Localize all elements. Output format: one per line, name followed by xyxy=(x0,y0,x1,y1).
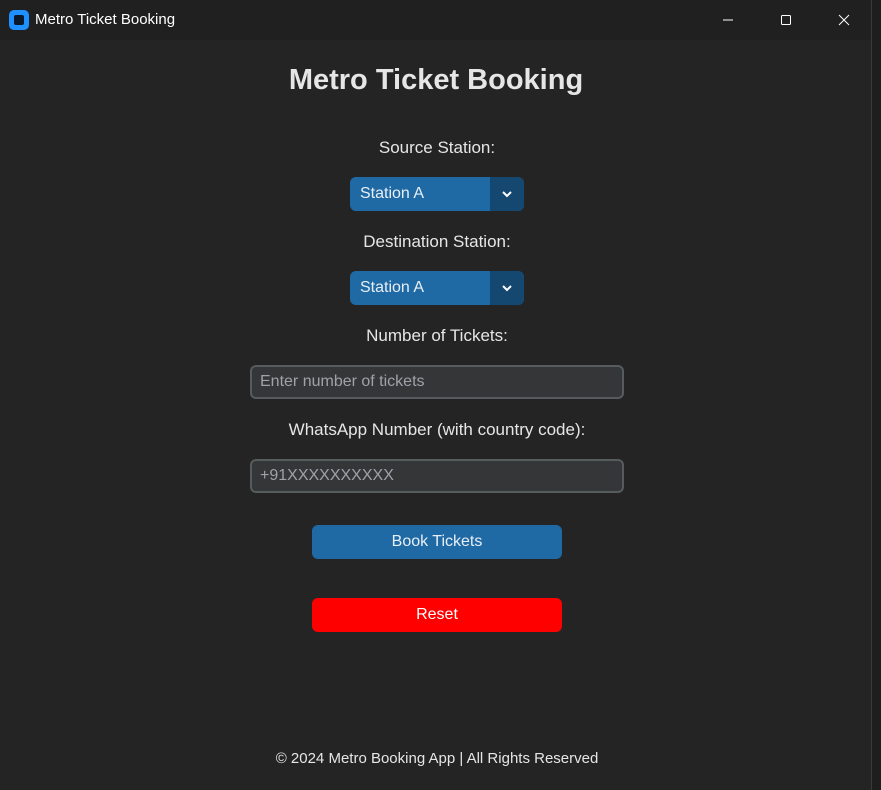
footer-text: © 2024 Metro Booking App | All Rights Re… xyxy=(275,750,599,767)
destination-station-label: Destination Station: xyxy=(363,232,511,251)
title-bar: Metro Ticket Booking xyxy=(0,0,871,40)
chevron-down-icon xyxy=(502,191,512,198)
app-icon xyxy=(9,10,29,30)
chevron-down-icon xyxy=(502,285,512,292)
destination-station-select[interactable]: Station A xyxy=(350,271,524,305)
tickets-label: Number of Tickets: xyxy=(366,326,508,345)
source-station-select[interactable]: Station A xyxy=(350,177,524,211)
destination-dropdown-button[interactable] xyxy=(490,271,524,305)
minimize-icon xyxy=(723,19,733,21)
whatsapp-label: WhatsApp Number (with country code): xyxy=(288,420,586,439)
desktop-background xyxy=(872,0,881,790)
window-title: Metro Ticket Booking xyxy=(35,11,176,28)
tickets-input[interactable] xyxy=(250,365,624,399)
maximize-button[interactable] xyxy=(757,0,815,40)
destination-station-value: Station A xyxy=(360,279,425,296)
source-dropdown-button[interactable] xyxy=(490,177,524,211)
source-station-value: Station A xyxy=(360,185,425,202)
whatsapp-input[interactable] xyxy=(250,459,624,493)
close-icon xyxy=(838,14,850,26)
reset-button[interactable]: Reset xyxy=(312,598,562,632)
minimize-button[interactable] xyxy=(699,0,757,40)
book-tickets-button[interactable]: Book Tickets xyxy=(312,525,562,559)
close-button[interactable] xyxy=(815,0,873,40)
source-station-label: Source Station: xyxy=(378,138,496,157)
maximize-icon xyxy=(781,15,791,25)
page-title: Metro Ticket Booking xyxy=(288,64,584,96)
app-window: Metro Ticket Booking Metro Ticket Bookin… xyxy=(0,0,872,790)
